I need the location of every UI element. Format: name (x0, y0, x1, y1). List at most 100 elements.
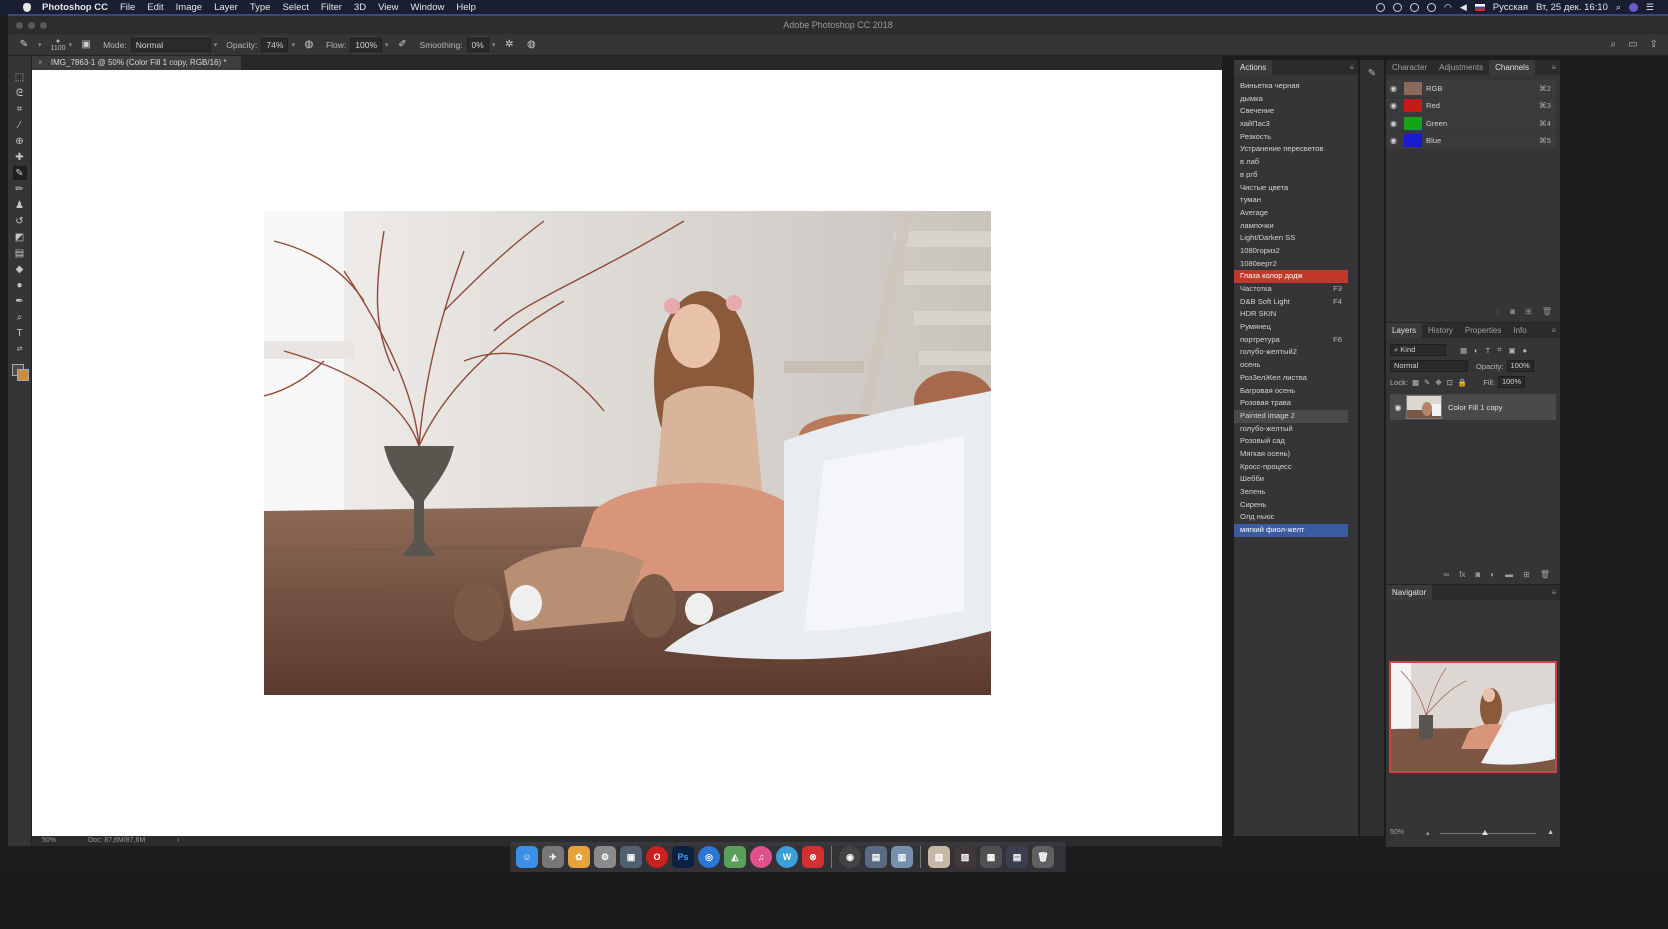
action-item[interactable]: Частотка F3 (1234, 283, 1348, 296)
layer-opacity-field[interactable]: 100% (1506, 360, 1534, 372)
action-item[interactable]: Сирень (1234, 499, 1348, 512)
system-preferences-icon[interactable]: ⚙ (594, 846, 616, 868)
add-mask-icon[interactable]: ◙ (1475, 570, 1480, 579)
gradient-tool-icon[interactable]: ▤ (13, 246, 27, 260)
smoothing-field[interactable]: 0% (466, 37, 489, 52)
mode-select[interactable]: Normal (130, 37, 211, 52)
save-selection-icon[interactable]: ◙ (1510, 307, 1515, 316)
action-item[interactable]: Painted image 2 (1234, 409, 1348, 423)
action-item[interactable]: голубо-желтый (1234, 423, 1348, 436)
flow-field[interactable]: 100% (350, 37, 383, 52)
zoom-in-icon[interactable]: ▲ (1547, 829, 1554, 836)
menu-help[interactable]: Help (456, 2, 476, 13)
action-item[interactable]: лампочки (1234, 220, 1348, 233)
action-item[interactable]: Свечение (1234, 105, 1348, 118)
word-icon[interactable]: W (776, 846, 798, 868)
preview-icon[interactable]: ▥ (891, 846, 913, 868)
blur-tool-icon[interactable]: ◆ (13, 262, 27, 276)
smart-object-filter-icon[interactable]: ▣ (1508, 346, 1515, 355)
action-item[interactable]: Резкость (1234, 131, 1348, 144)
layer-style-icon[interactable]: fx (1459, 570, 1465, 579)
brush-size-picker[interactable]: ● 1100 (51, 38, 66, 52)
menu-layer[interactable]: Layer (214, 2, 238, 13)
document-tab[interactable]: × IMG_7863-1 @ 50% (Color Fill 1 copy, R… (32, 56, 241, 70)
lock-position-icon[interactable]: ✥ (1435, 378, 1441, 387)
action-item[interactable]: туман (1234, 194, 1348, 207)
action-item[interactable]: Кросс-процесс (1234, 461, 1348, 474)
action-item[interactable]: Розовый сад (1234, 435, 1348, 448)
trash-icon[interactable]: 🗑 (1032, 846, 1054, 868)
action-item[interactable]: Average (1234, 207, 1348, 220)
itunes-icon[interactable]: ♫ (750, 846, 772, 868)
panel-menu-icon[interactable]: ≡ (1349, 63, 1354, 72)
input-language[interactable]: Русская (1493, 2, 1528, 13)
filter-toggle-icon[interactable]: ● (1523, 346, 1528, 355)
action-item[interactable]: портретура F6 (1234, 334, 1348, 347)
doc-size[interactable]: Doc: 87,6M/87,6M (88, 837, 145, 844)
default-colors-icon[interactable]: ⇄ (13, 342, 27, 356)
action-item[interactable]: Мягкая осень) (1234, 448, 1348, 461)
share-icon[interactable]: ⇪ (1650, 39, 1658, 50)
eye-icon[interactable]: ◉ (1390, 136, 1400, 145)
action-item[interactable]: голубо-желтый2 (1234, 346, 1348, 359)
chevron-down-icon[interactable]: ▾ (38, 41, 42, 49)
chevron-down-icon[interactable]: ▾ (214, 41, 218, 49)
menu-type[interactable]: Type (250, 2, 271, 13)
tab-character[interactable]: Character (1386, 60, 1433, 75)
type-tool-icon[interactable]: T (13, 326, 27, 340)
lasso-tool-icon[interactable]: ᘓ (13, 86, 27, 100)
lock-transparent-icon[interactable]: ▩ (1412, 378, 1419, 387)
layer-row[interactable]: ◉ Color Fill 1 copy (1390, 394, 1556, 420)
patch-tool-icon[interactable]: ✚ (13, 150, 27, 164)
tab-info[interactable]: Info (1507, 323, 1532, 338)
maps-icon[interactable]: ◭ (724, 846, 746, 868)
finder-icon[interactable]: ☺ (516, 846, 538, 868)
action-item[interactable]: D&B Soft Light F4 (1234, 296, 1348, 309)
navigator-zoom-level[interactable]: 50% (1390, 829, 1404, 836)
lock-all-icon[interactable]: 🔒 (1458, 378, 1467, 387)
chevron-down-icon[interactable]: ▾ (492, 41, 496, 49)
lock-artboard-icon[interactable]: ⊡ (1447, 378, 1453, 387)
action-item[interactable]: Light/Darken SS (1234, 232, 1348, 245)
clock[interactable]: Вт, 25 дек. 16:10 (1536, 2, 1608, 13)
zoom-out-icon[interactable]: ▴ (1426, 829, 1430, 837)
zoom-slider-handle[interactable] (1482, 830, 1488, 835)
eye-icon[interactable]: ◉ (1390, 119, 1400, 128)
brush-tool-preset-icon[interactable]: ✎ (18, 39, 30, 51)
action-item[interactable]: Багровая осень (1234, 385, 1348, 398)
contact-sheet-icon[interactable]: ▦ (980, 846, 1002, 868)
shape-filter-icon[interactable]: ⌗ (1497, 345, 1501, 355)
pressure-size-icon[interactable]: ◍ (525, 39, 537, 51)
close-window-button[interactable] (16, 22, 23, 29)
pressure-opacity-icon[interactable]: ◍ (303, 39, 315, 51)
channel-row[interactable]: ◉ Red ⌘3 (1386, 97, 1556, 114)
eye-icon[interactable]: ◉ (1390, 84, 1400, 93)
tab-channels[interactable]: Channels (1489, 60, 1535, 75)
pen-tool-icon[interactable]: ✒ (13, 294, 27, 308)
action-item[interactable]: Румянец (1234, 321, 1348, 334)
siri-icon[interactable] (1628, 2, 1638, 12)
menu-edit[interactable]: Edit (147, 2, 163, 13)
apple-icon[interactable] (20, 0, 34, 14)
action-item[interactable]: Шебби (1234, 473, 1348, 486)
pixel-filter-icon[interactable]: ▦ (1460, 346, 1467, 355)
action-item[interactable]: в лаб (1234, 156, 1348, 169)
airbrush-icon[interactable]: ✐ (397, 39, 409, 51)
healing-tool-icon[interactable]: ⊕ (13, 134, 27, 148)
adjustment-layer-icon[interactable]: ◐ (1490, 570, 1495, 579)
new-layer-icon[interactable]: ⊞ (1523, 570, 1530, 579)
display-icon[interactable] (1426, 2, 1436, 12)
document-thumbnail-icon[interactable]: ▧ (928, 846, 950, 868)
dropbox-icon[interactable] (1409, 2, 1419, 12)
tab-navigator[interactable]: Navigator (1386, 585, 1433, 600)
action-item[interactable]: мягкий фиол-желт (1234, 524, 1348, 537)
panel-menu-icon[interactable]: ≡ (1551, 63, 1556, 72)
zoom-tool-icon[interactable]: ⌕ (13, 310, 27, 324)
action-item[interactable]: Устранение пересветов (1234, 143, 1348, 156)
menu-window[interactable]: Window (411, 2, 445, 13)
downloads-stack-icon[interactable]: ▤ (1006, 846, 1028, 868)
channel-row[interactable]: ◉ Green ⌘4 (1386, 115, 1556, 132)
safari-icon[interactable]: ◎ (698, 846, 720, 868)
tab-properties[interactable]: Properties (1459, 323, 1507, 338)
menu-filter[interactable]: Filter (321, 2, 342, 13)
